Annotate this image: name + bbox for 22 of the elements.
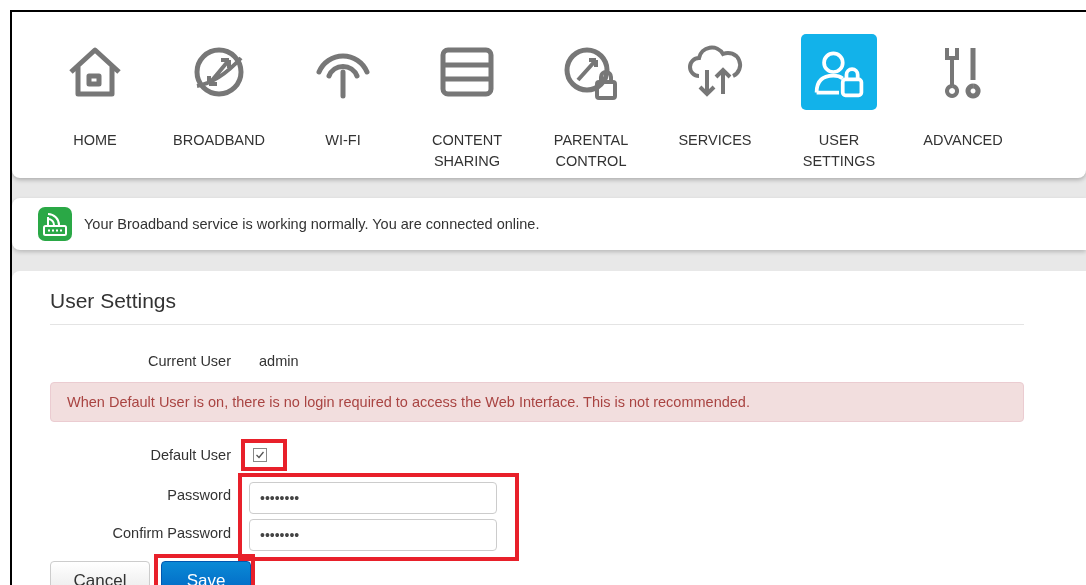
field-label: Confirm Password	[111, 525, 231, 541]
warning-alert: When Default User is on, there is no login required to access the Web Interface. This is not recommended.	[50, 382, 1024, 422]
tab-label[interactable]: PARENTAL CONTROL	[536, 130, 646, 172]
tab-label[interactable]: WI-FI	[288, 130, 398, 151]
current-user-value: admin	[259, 353, 299, 369]
router-icon	[38, 207, 72, 241]
selected-tab-tile[interactable]	[801, 34, 877, 110]
tab-label[interactable]: BROADBAND	[164, 130, 274, 151]
panel-title: User Settings	[50, 289, 178, 313]
status-message: Your Broadband service is working normally. You are connected online.	[84, 216, 540, 232]
tab-label[interactable]: USER SETTINGS	[784, 130, 894, 172]
checkbox[interactable]	[253, 448, 267, 462]
tab-label[interactable]: CONTENT SHARING	[412, 130, 522, 172]
password-field[interactable]: ••••••••	[249, 482, 497, 514]
tab-label[interactable]: HOME	[40, 130, 150, 151]
field-label: Default User	[149, 447, 231, 463]
tab-label[interactable]: ADVANCED	[908, 130, 1018, 151]
field-label: Password	[166, 487, 231, 503]
tab-label[interactable]: SERVICES	[660, 130, 770, 151]
check-icon	[255, 450, 265, 460]
field-label: Current User	[147, 353, 231, 369]
password-field[interactable]: ••••••••	[249, 519, 497, 551]
